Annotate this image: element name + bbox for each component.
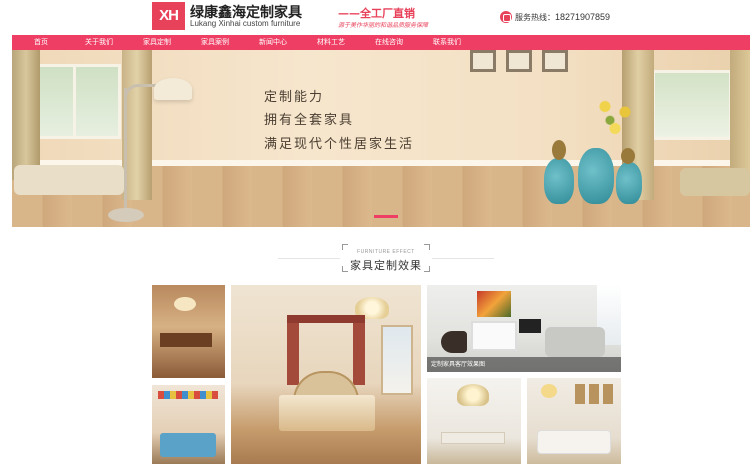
section-title-en: FURNITURE EFFECT xyxy=(357,249,415,255)
banner-window-left xyxy=(26,64,121,139)
banner-headline-3: 满足现代个性居家生活 xyxy=(264,137,415,152)
kids-bed xyxy=(160,433,216,457)
bedroom-window xyxy=(381,325,413,395)
fireplace xyxy=(471,321,517,351)
banner-window-right xyxy=(652,70,732,140)
gallery-item-kids-room[interactable] xyxy=(152,385,225,464)
hotline-number[interactable]: 18271907859 xyxy=(555,12,610,22)
nav-item-custom[interactable]: 家具定制 xyxy=(128,35,186,50)
vase-lid xyxy=(552,140,566,160)
sofa xyxy=(545,327,605,357)
hotline: 服务热线：18271907859 xyxy=(515,12,610,23)
site-header: XH 绿康鑫海定制家具 Lukang Xinhai custom furnitu… xyxy=(0,0,750,35)
bunting xyxy=(158,391,218,399)
dining-table xyxy=(160,333,212,347)
banner-sofa xyxy=(14,165,124,195)
gallery-item-dining[interactable] xyxy=(152,285,225,378)
company-name-en: Lukang Xinhai custom furniture xyxy=(190,19,301,28)
vase xyxy=(578,148,614,204)
section-title: FURNITURE EFFECT 家具定制效果 xyxy=(342,244,430,272)
slogan-sub: 源于美作华丽的和谐品质服务保障 xyxy=(338,22,429,29)
wall-frame xyxy=(542,50,568,72)
banner-headline-2: 拥有全套家具 xyxy=(264,113,355,128)
nav-item-cases[interactable]: 家具案例 xyxy=(186,35,244,50)
nav-item-news[interactable]: 新闻中心 xyxy=(244,35,302,50)
nav-item-home[interactable]: 首页 xyxy=(12,35,70,50)
wall-frame xyxy=(470,50,496,72)
vase-lid xyxy=(621,148,635,164)
bed xyxy=(279,395,375,431)
floor-lamp xyxy=(124,88,127,218)
chandelier xyxy=(457,384,489,406)
gallery-item-living-room[interactable]: 定制家具客厅效果图 xyxy=(427,285,621,372)
lounge-chair xyxy=(441,331,467,353)
nav-item-consult[interactable]: 在线咨询 xyxy=(360,35,418,50)
ceiling-lamp xyxy=(541,384,557,398)
floor-lamp-shade xyxy=(154,78,192,100)
main-nav: 首页 关于我们 家具定制 家具案例 新闻中心 材料工艺 在线咨询 联系我们 xyxy=(12,35,750,50)
floor-lamp-base xyxy=(108,208,144,222)
nav-item-contact[interactable]: 联系我们 xyxy=(418,35,476,50)
section-title-cn: 家具定制效果 xyxy=(350,259,422,272)
section-divider-right xyxy=(432,258,494,259)
banner-curtain xyxy=(12,50,40,180)
section-divider-left xyxy=(278,258,340,259)
gallery-item-bedroom[interactable] xyxy=(231,285,421,464)
sofa xyxy=(537,430,611,454)
wall-frame xyxy=(506,50,532,72)
flower-bouquet xyxy=(590,90,640,145)
slide-indicator[interactable] xyxy=(374,215,398,218)
banner-headline-1: 定制能力 xyxy=(264,90,325,105)
nav-item-about[interactable]: 关于我们 xyxy=(70,35,128,50)
slogan: ——全工厂直销 xyxy=(338,7,415,20)
hero-banner[interactable]: 定制能力 拥有全套家具 满足现代个性居家生活 xyxy=(12,50,750,227)
phone-icon xyxy=(500,11,512,23)
vase xyxy=(544,158,574,204)
wall-frames xyxy=(575,384,615,404)
gallery-item-lounge[interactable] xyxy=(527,378,621,464)
hotline-label: 服务热线： xyxy=(515,13,555,22)
television xyxy=(519,319,541,333)
dining-table xyxy=(441,432,505,444)
vase xyxy=(616,162,642,204)
nav-item-materials[interactable]: 材料工艺 xyxy=(302,35,360,50)
gallery-caption[interactable]: 定制家具客厅效果图 xyxy=(427,357,621,372)
wall-art xyxy=(477,291,511,317)
banner-curtain xyxy=(730,50,750,185)
logo-mark[interactable]: XH xyxy=(152,2,185,30)
banner-sofa xyxy=(680,168,750,196)
gallery-item-dining-2[interactable] xyxy=(427,378,521,464)
pendant-light xyxy=(174,297,196,311)
